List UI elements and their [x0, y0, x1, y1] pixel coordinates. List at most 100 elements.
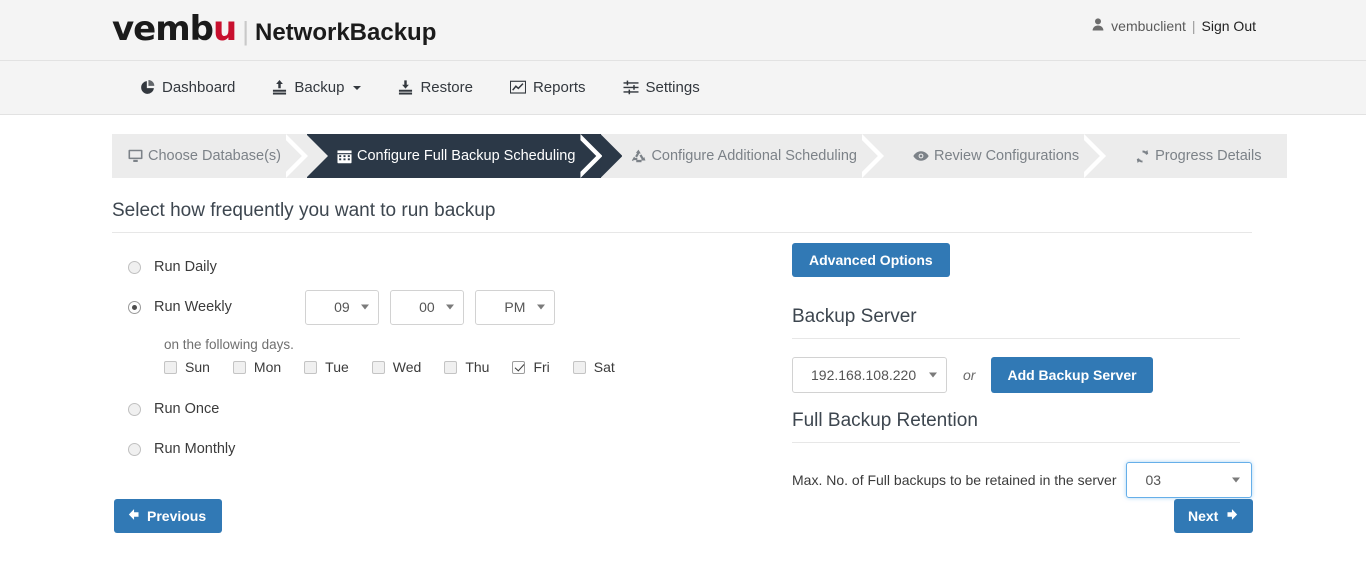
pie-chart-icon — [140, 80, 155, 95]
monitor-icon — [128, 149, 143, 163]
chevron-down-icon — [360, 304, 369, 310]
brand-logo: vembu | NetworkBackup — [112, 12, 436, 46]
checkbox-fri[interactable] — [512, 360, 526, 374]
label-run-once[interactable]: Run Once — [154, 401, 219, 417]
checkbox-sat[interactable] — [572, 360, 586, 374]
retention-row: Max. No. of Full backups to be retained … — [792, 462, 1254, 498]
eye-icon — [913, 150, 929, 162]
radio-run-monthly[interactable] — [128, 442, 141, 456]
minute-value: 00 — [419, 299, 435, 315]
days-note: on the following days. — [164, 337, 294, 352]
label-sat[interactable]: Sat — [594, 359, 615, 375]
day-thu[interactable]: Thu — [444, 359, 489, 375]
main-navigation: Dashboard Backup Restore Reports Setting… — [0, 61, 1366, 115]
add-backup-server-button[interactable]: Add Backup Server — [991, 357, 1153, 393]
backup-server-row: 192.168.108.220 or Add Backup Server — [792, 357, 1254, 393]
hour-select[interactable]: 09 — [304, 289, 379, 325]
brand-logo-text: vembu — [112, 9, 237, 49]
content-columns: Run Daily Run Weekly 09 00 PM on the fol… — [112, 233, 1254, 498]
brand-logo-main: vemb — [112, 9, 214, 49]
label-thu[interactable]: Thu — [465, 359, 489, 375]
wizard-step-choose-databases[interactable]: Choose Database(s) — [112, 134, 307, 178]
arrow-left-icon — [127, 508, 140, 524]
day-sun[interactable]: Sun — [164, 359, 210, 375]
nav-item-reports[interactable]: Reports — [509, 79, 586, 96]
day-tue[interactable]: Tue — [304, 359, 349, 375]
nav-label-backup: Backup — [294, 79, 345, 96]
sliders-icon — [623, 80, 639, 95]
wizard-step-progress-details[interactable]: Progress Details — [1105, 134, 1288, 178]
label-run-weekly[interactable]: Run Weekly — [154, 299, 232, 315]
day-wed[interactable]: Wed — [371, 359, 422, 375]
radio-run-daily[interactable] — [128, 260, 141, 274]
retention-count-select[interactable]: 03 — [1125, 462, 1252, 498]
nav-item-dashboard[interactable]: Dashboard — [140, 79, 235, 96]
previous-button-label: Previous — [147, 508, 207, 524]
top-header-bar: vembu | NetworkBackup vembuclient | Sign… — [0, 0, 1366, 61]
download-icon — [398, 80, 413, 95]
day-mon[interactable]: Mon — [232, 359, 281, 375]
refresh-icon — [1135, 149, 1150, 164]
wizard-step-label: Review Configurations — [934, 148, 1080, 164]
backup-server-divider — [792, 338, 1240, 339]
day-sat[interactable]: Sat — [572, 359, 615, 375]
label-sun[interactable]: Sun — [185, 359, 210, 375]
weekly-time-selectors: 09 00 PM — [304, 289, 555, 325]
nav-item-settings[interactable]: Settings — [623, 79, 700, 96]
chevron-down-icon — [929, 372, 937, 378]
retention-value: 03 — [1145, 472, 1162, 488]
sign-out-link[interactable]: Sign Out — [1202, 18, 1256, 34]
minute-select[interactable]: 00 — [389, 289, 464, 325]
checkbox-mon[interactable] — [232, 360, 246, 374]
checkbox-tue[interactable] — [304, 360, 318, 374]
backup-server-value: 192.168.108.220 — [811, 367, 917, 383]
wizard-step-label: Configure Full Backup Scheduling — [357, 148, 576, 164]
option-run-weekly[interactable]: Run Weekly 09 00 PM — [112, 289, 792, 325]
arrow-right-icon — [1226, 508, 1239, 524]
label-tue[interactable]: Tue — [325, 359, 349, 375]
next-button-label: Next — [1188, 508, 1219, 524]
wizard-step-configure-full-backup-scheduling[interactable]: Configure Full Backup Scheduling — [307, 134, 602, 178]
hour-value: 09 — [334, 299, 350, 315]
option-run-daily[interactable]: Run Daily — [112, 251, 792, 283]
username-label: vembuclient — [1111, 18, 1186, 34]
nav-label-dashboard: Dashboard — [162, 79, 236, 96]
wizard-step-label: Choose Database(s) — [148, 148, 281, 164]
nav-item-backup[interactable]: Backup — [272, 79, 362, 96]
next-button[interactable]: Next — [1174, 499, 1254, 533]
chevron-down-icon — [353, 85, 362, 90]
label-mon[interactable]: Mon — [254, 359, 281, 375]
label-run-monthly[interactable]: Run Monthly — [154, 441, 235, 457]
server-panel: Advanced Options Backup Server 192.168.1… — [792, 233, 1254, 498]
backup-server-select[interactable]: 192.168.108.220 — [792, 357, 947, 393]
wizard-step-label: Configure Additional Scheduling — [651, 148, 858, 164]
nav-label-restore: Restore — [420, 79, 473, 96]
chevron-down-icon — [536, 304, 545, 310]
radio-run-weekly[interactable] — [128, 300, 141, 314]
header-divider: | — [1191, 18, 1196, 34]
retention-label: Max. No. of Full backups to be retained … — [792, 472, 1117, 488]
checkbox-sun[interactable] — [164, 360, 177, 374]
wizard-step-label: Progress Details — [1155, 148, 1262, 164]
radio-run-once[interactable] — [128, 402, 141, 416]
retention-title: Full Backup Retention — [792, 410, 978, 431]
day-fri[interactable]: Fri — [512, 359, 550, 375]
chevron-down-icon — [445, 304, 454, 310]
wizard-step-configure-additional-scheduling[interactable]: Configure Additional Scheduling — [601, 134, 884, 178]
label-wed[interactable]: Wed — [393, 359, 422, 375]
chart-line-icon — [509, 80, 526, 95]
checkbox-thu[interactable] — [444, 360, 458, 374]
option-run-once[interactable]: Run Once — [112, 393, 792, 425]
meridiem-select[interactable]: PM — [474, 289, 555, 325]
option-run-monthly[interactable]: Run Monthly — [112, 433, 792, 465]
previous-button[interactable]: Previous — [114, 499, 223, 533]
checkbox-wed[interactable] — [371, 360, 385, 374]
chevron-down-icon — [1231, 477, 1240, 483]
advanced-options-button[interactable]: Advanced Options — [792, 243, 950, 277]
wizard-step-review-configurations[interactable]: Review Configurations — [883, 134, 1106, 178]
nav-item-restore[interactable]: Restore — [398, 79, 473, 96]
label-fri[interactable]: Fri — [533, 359, 549, 375]
nav-label-settings: Settings — [645, 79, 700, 96]
upload-icon — [272, 80, 287, 95]
label-run-daily[interactable]: Run Daily — [154, 259, 217, 275]
